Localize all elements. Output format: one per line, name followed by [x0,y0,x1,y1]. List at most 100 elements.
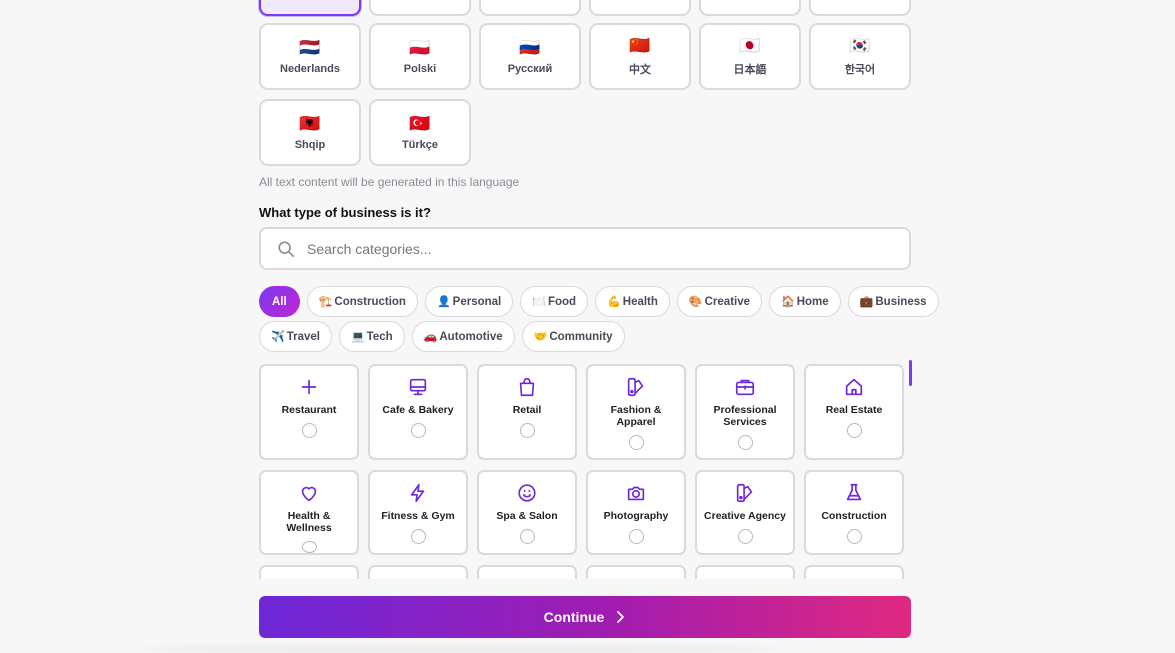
category-label: Spa & Salon [496,510,558,522]
language-option[interactable] [589,0,691,16]
russia-flag-icon: 🇷🇺 [519,37,541,57]
chip-label: Travel [286,330,320,343]
language-option-polski[interactable]: 🇵🇱 Polski [369,23,471,90]
chevron-right-icon [617,611,625,623]
language-label: Nederlands [280,62,340,75]
flask-icon [843,482,865,504]
category-card-restaurant[interactable]: Restaurant [259,364,359,460]
chip-creative[interactable]: 🎨 Creative [676,286,763,317]
language-option-russian[interactable]: 🇷🇺 Русский [479,23,581,90]
category-radio[interactable] [410,529,426,544]
language-label: Русский [507,62,553,75]
china-flag-icon: 🇨🇳 [629,35,651,55]
language-option-chinese[interactable]: 🇨🇳 中文 [589,23,691,90]
category-filter-row: ✈️ Travel 💻 Tech 🚗 Automotive 🤝 Community [259,321,919,352]
language-option[interactable] [809,0,911,16]
category-radio[interactable] [846,529,862,544]
category-card-cafe-bakery[interactable]: Cafe & Bakery [368,364,468,460]
language-row: 🇦🇱 Shqip 🇹🇷 Türkçe [259,99,471,166]
category-card-creative-agency[interactable]: Creative Agency [695,470,795,555]
lightning-icon [407,482,429,504]
category-card-real-estate[interactable]: Real Estate [804,364,904,460]
language-option-turkce[interactable]: 🇹🇷 Türkçe [369,99,471,166]
language-option-korean[interactable]: 🇰🇷 한국어 [809,23,911,90]
language-row-partial [259,0,911,16]
category-card-fashion-apparel[interactable]: Fashion & Apparel [586,364,686,460]
category-card[interactable] [259,565,359,579]
chip-travel[interactable]: ✈️ Travel [259,321,332,352]
chip-community[interactable]: 🤝 Community [521,321,625,352]
category-radio[interactable] [410,423,426,438]
chip-tech[interactable]: 💻 Tech [338,321,405,352]
chip-all[interactable]: All [259,286,300,317]
chip-construction[interactable]: 🏗️ Construction [306,286,418,317]
chip-automotive[interactable]: 🚗 Automotive [411,321,515,352]
language-label: Türkçe [401,138,439,151]
category-radio[interactable] [737,435,753,450]
category-card[interactable] [804,565,904,579]
language-row: 🇳🇱 Nederlands 🇵🇱 Polski 🇷🇺 Русский 🇨🇳 中文… [259,23,911,90]
category-card-spa-salon[interactable]: Spa & Salon [477,470,577,555]
japan-flag-icon: 🇯🇵 [739,35,761,55]
language-label: 中文 [629,63,651,76]
category-radio[interactable] [301,423,317,438]
korea-flag-icon: 🇰🇷 [849,35,871,55]
language-option-selected[interactable] [259,0,361,16]
category-search-input[interactable] [307,240,867,257]
chip-food[interactable]: 🍽️ Food [520,286,589,317]
airplane-icon: ✈️ [271,331,285,343]
muscle-icon: 💪 [607,296,621,308]
category-card-photography[interactable]: Photography [586,470,686,555]
chip-label: Health [622,295,658,308]
chip-label: Personal [452,295,502,308]
category-radio[interactable] [846,423,862,438]
category-radio[interactable] [628,435,644,450]
category-card[interactable] [368,565,468,579]
language-option-nederlands[interactable]: 🇳🇱 Nederlands [259,23,361,90]
heart-icon [298,482,320,504]
palette-icon [625,376,647,398]
chip-label: Creative [704,295,751,308]
category-radio[interactable] [628,529,644,544]
language-option[interactable] [699,0,801,16]
category-card-health-wellness[interactable]: Health & Wellness [259,470,359,555]
chip-business[interactable]: 💼 Business [847,286,939,317]
category-filter-row: All 🏗️ Construction 👤 Personal 🍽️ Food 💪 Hea… [259,286,939,317]
category-card[interactable] [477,565,577,579]
category-label: Photography [603,510,669,522]
category-radio[interactable] [519,423,535,438]
category-label: Health & Wellness [286,510,332,534]
chip-label: Community [549,330,613,343]
category-label: Cafe & Bakery [382,404,454,416]
category-search-box[interactable] [259,227,911,270]
page: 🇳🇱 Nederlands 🇵🇱 Polski 🇷🇺 Русский 🇨🇳 中文… [0,0,1175,653]
construction-icon: 🏗️ [318,296,333,308]
category-radio[interactable] [737,529,753,544]
category-card[interactable] [695,565,795,579]
chip-personal[interactable]: 👤 Personal [424,286,514,317]
category-label: Professional Services [713,404,777,428]
category-card-professional-services[interactable]: Professional Services [695,364,795,460]
continue-button[interactable]: Continue [259,596,911,638]
language-option[interactable] [369,0,471,16]
category-card[interactable] [586,565,686,579]
language-option-shqip[interactable]: 🇦🇱 Shqip [259,99,361,166]
category-grid: Restaurant Cafe & Bakery Retail Fashion … [259,364,919,579]
business-type-question: What type of business is it? [259,205,431,220]
category-label: Creative Agency [704,510,786,522]
language-option-japanese[interactable]: 🇯🇵 日本語 [699,23,801,90]
chip-label: Construction [334,295,406,308]
chip-health[interactable]: 💪 Health [595,286,670,317]
albania-flag-icon: 🇦🇱 [299,113,321,133]
category-card-retail[interactable]: Retail [477,364,577,460]
category-radio[interactable] [519,529,535,544]
shopping-bag-icon [516,376,538,398]
monitor-icon [407,376,429,398]
language-option[interactable] [479,0,581,16]
briefcase-icon [734,376,756,398]
category-radio[interactable] [301,541,317,553]
laptop-icon: 💻 [350,331,365,343]
category-card-construction[interactable]: Construction [804,470,904,555]
chip-home[interactable]: 🏠 Home [769,286,841,317]
category-card-fitness-gym[interactable]: Fitness & Gym [368,470,468,555]
